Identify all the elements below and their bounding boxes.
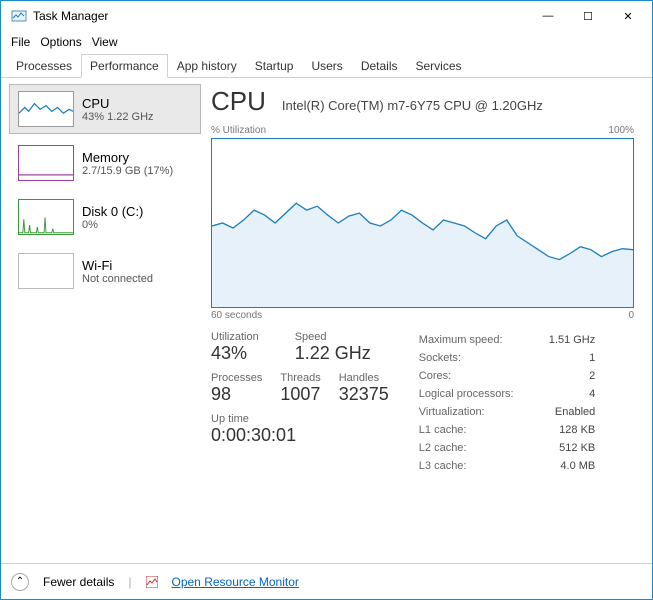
processes-value: 98 bbox=[211, 384, 262, 405]
titlebar: Task Manager — ☐ ✕ bbox=[1, 1, 652, 31]
logical-processors-value: 4 bbox=[589, 385, 595, 403]
menu-options[interactable]: Options bbox=[36, 33, 85, 51]
sidebar-item-cpu[interactable]: CPU 43% 1.22 GHz bbox=[9, 84, 201, 134]
cpu-chart bbox=[211, 138, 634, 308]
chart-bottom-left-label: 60 seconds bbox=[211, 310, 262, 321]
tab-details[interactable]: Details bbox=[352, 54, 407, 78]
app-icon bbox=[11, 8, 27, 24]
cpu-thumb-icon bbox=[18, 91, 74, 127]
fewer-details-chevron-icon[interactable]: ⌃ bbox=[11, 573, 29, 591]
l3-cache-label: L3 cache: bbox=[419, 457, 529, 475]
detail-subtitle: Intel(R) Core(TM) m7-6Y75 CPU @ 1.20GHz bbox=[282, 98, 634, 113]
sidebar-item-memory[interactable]: Memory 2.7/15.9 GB (17%) bbox=[9, 138, 201, 188]
menu-view[interactable]: View bbox=[88, 33, 122, 51]
sidebar-item-sub: 0% bbox=[82, 219, 143, 231]
cores-label: Cores: bbox=[419, 367, 529, 385]
chart-bottom-right-label: 0 bbox=[628, 310, 634, 321]
max-speed-value: 1.51 GHz bbox=[549, 331, 595, 349]
sidebar-item-label: CPU bbox=[82, 96, 154, 111]
disk-thumb-icon bbox=[18, 199, 74, 235]
minimize-button[interactable]: — bbox=[528, 2, 568, 30]
stats-left: Utilization 43% Speed 1.22 GHz Processes… bbox=[211, 331, 389, 475]
main-area: CPU 43% 1.22 GHz Memory 2.7/15.9 GB (17%… bbox=[1, 78, 652, 558]
maximize-button[interactable]: ☐ bbox=[568, 2, 608, 30]
sockets-value: 1 bbox=[589, 349, 595, 367]
sidebar-item-label: Disk 0 (C:) bbox=[82, 204, 143, 219]
menubar: File Options View bbox=[1, 31, 652, 53]
sidebar-item-sub: 2.7/15.9 GB (17%) bbox=[82, 165, 173, 177]
virtualization-value: Enabled bbox=[555, 403, 595, 421]
sidebar-item-sub: Not connected bbox=[82, 273, 153, 285]
sockets-label: Sockets: bbox=[419, 349, 529, 367]
detail-title: CPU bbox=[211, 86, 266, 117]
tab-startup[interactable]: Startup bbox=[246, 54, 303, 78]
sidebar-item-disk[interactable]: Disk 0 (C:) 0% bbox=[9, 192, 201, 242]
l2-cache-value: 512 KB bbox=[559, 439, 595, 457]
menu-file[interactable]: File bbox=[7, 33, 34, 51]
threads-value: 1007 bbox=[280, 384, 320, 405]
sidebar-item-wifi[interactable]: Wi-Fi Not connected bbox=[9, 246, 201, 296]
chart-top-right-label: 100% bbox=[608, 125, 634, 136]
l3-cache-value: 4.0 MB bbox=[560, 457, 595, 475]
utilization-label: Utilization bbox=[211, 331, 277, 343]
chart-top-left-label: % Utilization bbox=[211, 125, 266, 136]
close-button[interactable]: ✕ bbox=[608, 2, 648, 30]
speed-label: Speed bbox=[295, 331, 389, 343]
tab-bar: Processes Performance App history Startu… bbox=[1, 53, 652, 78]
uptime-value: 0:00:30:01 bbox=[211, 425, 389, 446]
window-title: Task Manager bbox=[33, 9, 528, 23]
tab-users[interactable]: Users bbox=[302, 54, 351, 78]
processes-label: Processes bbox=[211, 372, 262, 384]
detail-panel: CPU Intel(R) Core(TM) m7-6Y75 CPU @ 1.20… bbox=[201, 78, 652, 558]
resource-monitor-icon bbox=[146, 576, 158, 588]
uptime-label: Up time bbox=[211, 413, 389, 425]
memory-thumb-icon bbox=[18, 145, 74, 181]
l2-cache-label: L2 cache: bbox=[419, 439, 529, 457]
tab-services[interactable]: Services bbox=[407, 54, 471, 78]
sidebar-item-label: Wi-Fi bbox=[82, 258, 153, 273]
virtualization-label: Virtualization: bbox=[419, 403, 529, 421]
handles-label: Handles bbox=[339, 372, 389, 384]
l1-cache-value: 128 KB bbox=[559, 421, 595, 439]
sidebar-item-label: Memory bbox=[82, 150, 173, 165]
stats-area: Utilization 43% Speed 1.22 GHz Processes… bbox=[211, 331, 634, 475]
max-speed-label: Maximum speed: bbox=[419, 331, 529, 349]
stats-right: Maximum speed: 1.51 GHz Sockets: 1 Cores: 2… bbox=[419, 331, 595, 475]
logical-processors-label: Logical processors: bbox=[419, 385, 529, 403]
sidebar-item-sub: 43% 1.22 GHz bbox=[82, 111, 154, 123]
tab-app-history[interactable]: App history bbox=[168, 54, 246, 78]
fewer-details-label[interactable]: Fewer details bbox=[43, 575, 114, 589]
sidebar: CPU 43% 1.22 GHz Memory 2.7/15.9 GB (17%… bbox=[1, 78, 201, 558]
cores-value: 2 bbox=[589, 367, 595, 385]
wifi-thumb-icon bbox=[18, 253, 74, 289]
footer: ⌃ Fewer details | Open Resource Monitor bbox=[1, 563, 652, 599]
open-resource-monitor-link[interactable]: Open Resource Monitor bbox=[172, 575, 299, 589]
tab-performance[interactable]: Performance bbox=[81, 54, 168, 78]
tab-processes[interactable]: Processes bbox=[7, 54, 81, 78]
l1-cache-label: L1 cache: bbox=[419, 421, 529, 439]
threads-label: Threads bbox=[280, 372, 320, 384]
speed-value: 1.22 GHz bbox=[295, 343, 389, 364]
utilization-value: 43% bbox=[211, 343, 277, 364]
handles-value: 32375 bbox=[339, 384, 389, 405]
